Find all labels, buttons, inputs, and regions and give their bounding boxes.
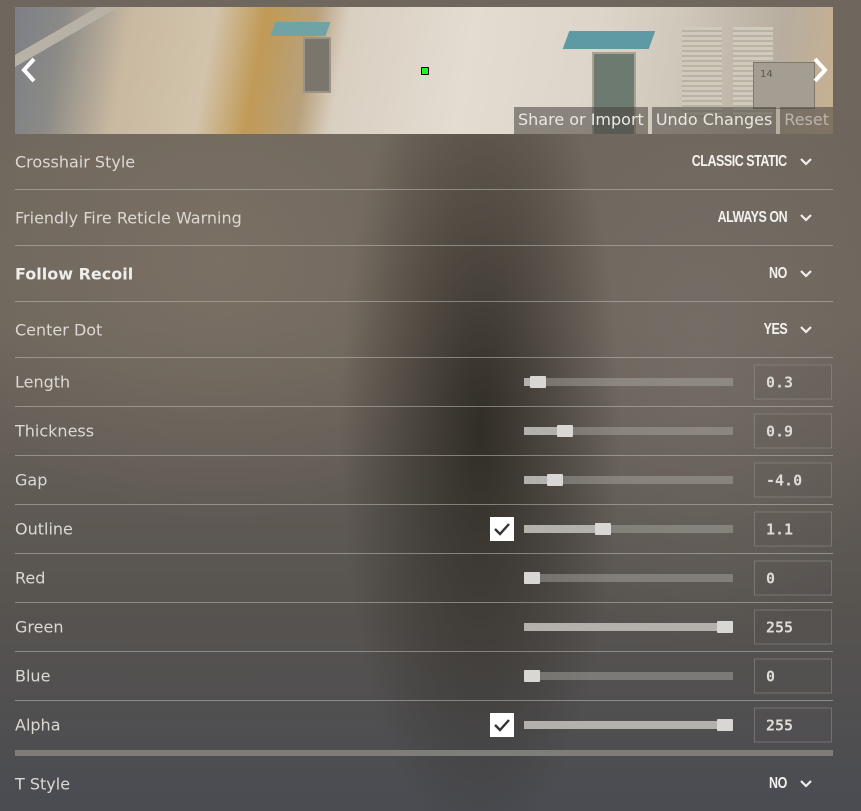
outline-slider[interactable] — [524, 523, 733, 535]
setting-label: Blue — [15, 666, 51, 686]
setting-row-follow-recoil: Follow Recoil No — [15, 246, 833, 302]
crate-label: 14 — [760, 69, 773, 80]
chevron-down-icon — [800, 779, 812, 788]
green-input[interactable] — [755, 610, 831, 644]
setting-label: Friendly Fire Reticle Warning — [15, 208, 242, 227]
thickness-value-field[interactable] — [754, 413, 832, 449]
alpha-value-field[interactable] — [754, 707, 832, 743]
scene-crate: 14 — [753, 62, 815, 109]
checkmark-icon — [494, 719, 510, 732]
chevron-down-icon — [800, 325, 812, 334]
blue-slider[interactable] — [524, 670, 733, 682]
setting-label: Thickness — [15, 421, 95, 441]
blue-value-field[interactable] — [754, 658, 832, 694]
friendly-fire-warning-dropdown[interactable]: Always On — [698, 209, 813, 227]
setting-label: Green — [15, 617, 64, 637]
chevron-down-icon — [800, 213, 812, 222]
setting-row-outline: Outline — [15, 505, 833, 554]
gap-input[interactable] — [755, 463, 831, 497]
alpha-slider[interactable] — [524, 719, 733, 731]
chevron-down-icon — [800, 269, 812, 278]
undo-changes-button[interactable]: Undo Changes — [651, 107, 777, 134]
green-slider[interactable] — [524, 621, 733, 633]
setting-label: Center Dot — [15, 320, 103, 339]
setting-row-alpha: Alpha — [15, 701, 833, 749]
setting-label: Crosshair Style — [15, 152, 136, 171]
red-slider[interactable] — [524, 572, 733, 584]
red-value-field[interactable] — [754, 560, 832, 596]
slider-thumb[interactable] — [717, 621, 733, 633]
dropdown-value: Classic Static — [692, 152, 787, 170]
slider-thumb[interactable] — [524, 670, 540, 682]
setting-label: Alpha — [15, 715, 61, 735]
scene-awning — [562, 31, 656, 49]
setting-row-center-dot: Center Dot Yes — [15, 302, 833, 358]
outline-value-field[interactable] — [754, 511, 832, 547]
dropdown-value: Always On — [717, 208, 787, 226]
green-value-field[interactable] — [754, 609, 832, 645]
scene-shutter — [682, 27, 722, 117]
slider-fill — [524, 525, 604, 533]
next-preview-button[interactable] — [809, 55, 831, 85]
alpha-input[interactable] — [755, 708, 831, 742]
setting-label: Red — [15, 568, 46, 588]
dropdown-value: Yes — [763, 320, 787, 338]
setting-label: Length — [15, 372, 71, 392]
setting-row-red: Red — [15, 554, 833, 603]
length-slider[interactable] — [524, 376, 733, 388]
thickness-slider[interactable] — [524, 425, 733, 437]
crosshair-style-dropdown[interactable]: Classic Static — [665, 153, 813, 171]
dropdown-value: No — [769, 264, 787, 282]
dropdown-value: No — [769, 774, 787, 792]
setting-row-green: Green — [15, 603, 833, 652]
setting-row-friendly-fire-reticle-warning: Friendly Fire Reticle Warning Always On — [15, 190, 833, 246]
setting-label: T Style — [15, 774, 71, 793]
checkmark-icon — [494, 523, 510, 536]
slider-thumb[interactable] — [524, 572, 540, 584]
setting-row-crosshair-style: Crosshair Style Classic Static — [15, 134, 833, 190]
setting-row-t-style: T Style No — [15, 756, 833, 811]
chevron-right-icon — [813, 57, 828, 83]
share-or-import-button[interactable]: Share or Import — [514, 107, 648, 134]
length-input[interactable] — [755, 365, 831, 399]
chevron-down-icon — [800, 157, 812, 166]
scene-awning — [270, 22, 331, 36]
chevron-left-icon — [21, 57, 36, 83]
follow-recoil-dropdown[interactable]: No — [764, 265, 813, 283]
outline-input[interactable] — [755, 512, 831, 546]
settings-list: Crosshair Style Classic Static Friendly … — [15, 134, 833, 749]
preview-actions: Share or Import Undo Changes Reset — [514, 107, 833, 134]
outline-checkbox[interactable] — [490, 517, 514, 541]
slider-thumb[interactable] — [556, 425, 573, 437]
setting-row-blue: Blue — [15, 652, 833, 701]
crosshair-center-dot — [421, 67, 429, 75]
t-style-dropdown[interactable]: No — [764, 775, 813, 793]
blue-input[interactable] — [755, 659, 831, 693]
slider-thumb[interactable] — [595, 523, 612, 535]
gap-value-field[interactable] — [754, 462, 832, 498]
alpha-checkbox[interactable] — [490, 713, 514, 737]
setting-label: Outline — [15, 519, 73, 539]
slider-fill — [524, 623, 725, 631]
center-dot-dropdown[interactable]: Yes — [757, 321, 813, 339]
red-input[interactable] — [755, 561, 831, 595]
slider-fill — [524, 721, 725, 729]
setting-label: Follow Recoil — [15, 264, 134, 283]
previous-preview-button[interactable] — [18, 55, 40, 85]
crosshair-preview: 14 Share or Import Undo Changes Reset — [15, 7, 833, 134]
length-value-field[interactable] — [754, 364, 832, 400]
setting-label: Gap — [15, 470, 48, 490]
slider-thumb[interactable] — [717, 719, 733, 731]
slider-thumb[interactable] — [529, 376, 546, 388]
gap-slider[interactable] — [524, 474, 733, 486]
scene-window — [303, 37, 331, 93]
setting-row-length: Length — [15, 358, 833, 407]
reset-button[interactable]: Reset — [780, 107, 833, 134]
setting-row-thickness: Thickness — [15, 407, 833, 456]
setting-row-gap: Gap — [15, 456, 833, 505]
slider-thumb[interactable] — [547, 474, 564, 486]
thickness-input[interactable] — [755, 414, 831, 448]
